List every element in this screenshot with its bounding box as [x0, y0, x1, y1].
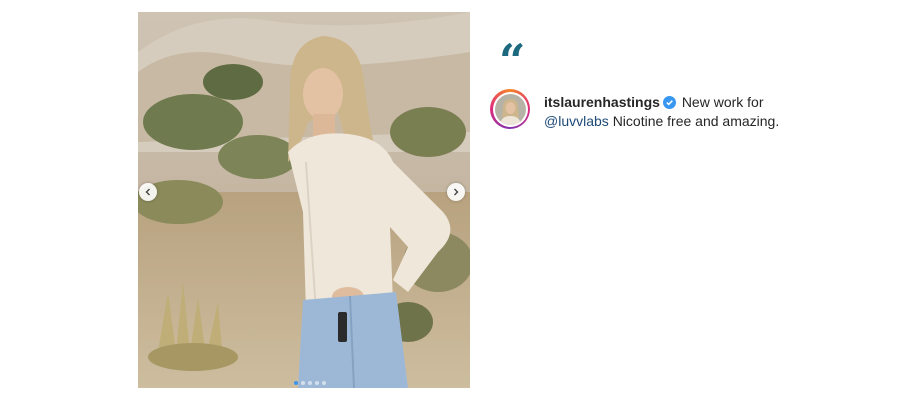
carousel-dot [315, 381, 319, 385]
carousel-dot [294, 381, 298, 385]
carousel-dot [301, 381, 305, 385]
quote-mark: “ [499, 34, 526, 88]
post-caption: itslaurenhastings New work for @luvvlabs… [544, 93, 804, 131]
chevron-right-icon [454, 188, 459, 196]
caption-text-end: Nicotine free and amazing. [612, 113, 780, 129]
post-photo-carousel[interactable] [138, 12, 470, 388]
carousel-prev-button[interactable] [139, 183, 157, 201]
avatar-image [494, 93, 526, 125]
post-photo [138, 12, 470, 388]
mention-link[interactable]: @luvvlabs [544, 113, 609, 129]
avatar[interactable] [490, 89, 530, 129]
carousel-next-button[interactable] [447, 183, 465, 201]
caption-text: New work for [681, 94, 764, 110]
carousel-dots [294, 381, 326, 385]
carousel-dot [322, 381, 326, 385]
carousel-dot [308, 381, 312, 385]
username-link[interactable]: itslaurenhastings [544, 94, 660, 110]
verified-badge-icon [662, 96, 676, 109]
chevron-left-icon [145, 188, 150, 196]
